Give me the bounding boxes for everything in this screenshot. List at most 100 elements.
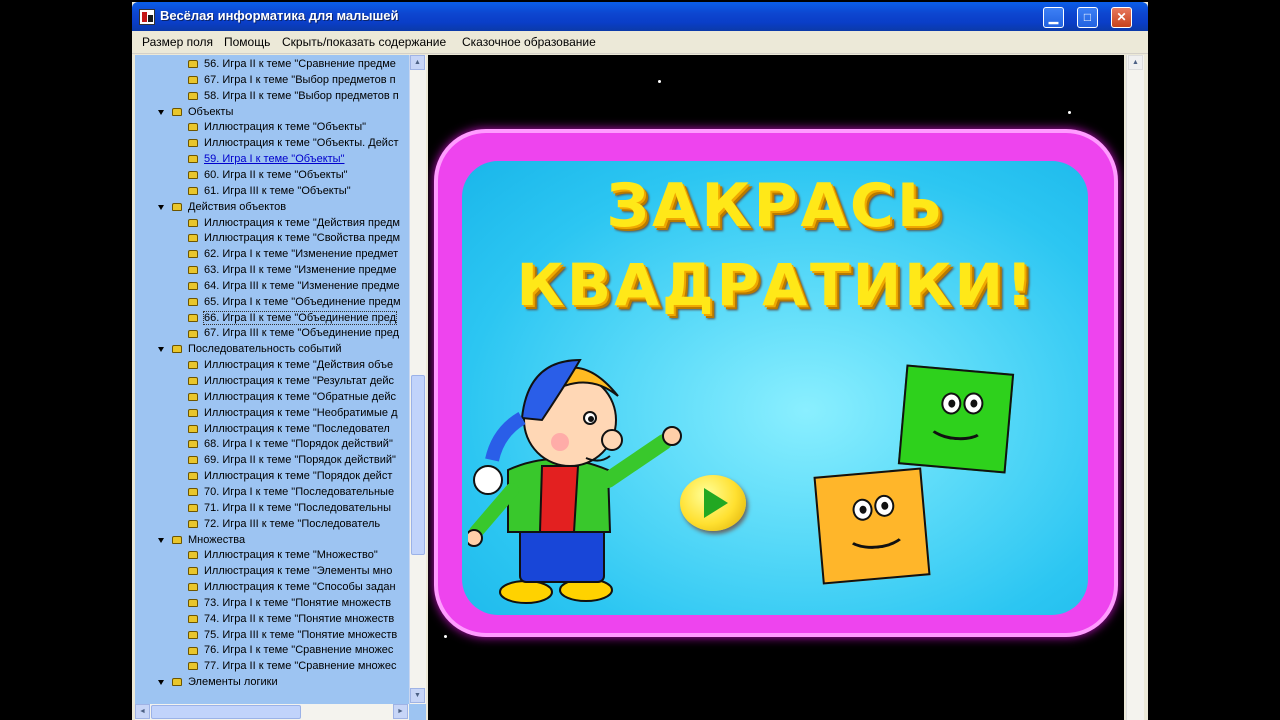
app-icon[interactable] [139,9,155,25]
tree-item-label: 76. Игра I к теме "Сравнение множес [204,644,394,657]
tree-item[interactable]: 64. Игра III к теме "Изменение предме [188,279,400,295]
lesson-icon [188,313,198,322]
tree-item[interactable]: 68. Игра I к теме "Порядок действий" [188,437,393,453]
title-bar[interactable]: Весёлая информатика для малышей ▁ □ ✕ [132,2,1148,31]
star-decoration [444,635,447,638]
tree-item[interactable]: 70. Игра I к теме "Последовательные [188,485,394,501]
folder-icon [172,535,182,544]
tree-item[interactable]: Иллюстрация к теме "Множество" [188,548,378,564]
lesson-icon [188,392,198,401]
lesson-icon [188,614,198,623]
game-scroll-up-button[interactable]: ▲ [1128,55,1143,70]
scroll-thumb[interactable] [411,375,425,555]
lesson-icon [188,75,198,84]
tree-item-label: 70. Игра I к теме "Последовательные [204,485,395,498]
tree-item[interactable]: 66. Игра II к теме "Объединение пред [188,310,398,327]
menu-field-size[interactable]: Размер поля [142,35,213,49]
play-button[interactable] [680,475,746,531]
tree-item-label: Действия объектов [188,200,287,213]
game-vertical-scrollbar[interactable]: ▲ [1126,55,1144,720]
game-title-line2: КВАДРАТИКИ! [516,251,1036,319]
tree-category[interactable]: Действия объектов [172,200,286,216]
close-button[interactable]: ✕ [1111,7,1132,28]
expand-toggle-icon[interactable] [158,109,164,115]
tree-item[interactable]: Иллюстрация к теме "Последовател [188,422,390,438]
tree-item[interactable]: Иллюстрация к теме "Обратные дейс [188,390,396,406]
tree-item[interactable]: 69. Игра II к теме "Порядок действий" [188,453,396,469]
tree-horizontal-scrollbar[interactable]: ◄ ► [135,704,409,720]
boy-character [468,358,682,604]
contents-tree[interactable]: 56. Игра II к теме "Сравнение предме 67. … [135,55,426,720]
lesson-icon [188,630,198,639]
tree-item[interactable]: 72. Игра III к теме "Последователь [188,517,380,533]
tree-item[interactable]: 71. Игра II к теме "Последовательны [188,501,391,517]
tree-item-label: 65. Игра I к теме "Объединение предм [204,295,401,308]
expand-toggle-icon[interactable] [158,204,164,210]
tree-item-label: Иллюстрация к теме "Необратимые д [204,406,398,419]
tree-item[interactable]: 62. Игра I к теме "Изменение предмет [188,247,398,263]
tree-item[interactable]: 56. Игра II к теме "Сравнение предме [188,57,396,73]
lesson-icon [188,234,198,243]
tree-item-label: Иллюстрация к теме "Элементы мно [204,565,393,578]
lesson-icon [188,583,198,592]
tree-item[interactable]: 77. Игра II к теме "Сравнение множес [188,659,396,675]
expand-toggle-icon[interactable] [158,347,164,353]
scroll-up-button[interactable]: ▲ [410,55,425,70]
menu-fairy-education[interactable]: Сказочное образование [462,35,596,49]
minimize-button[interactable]: ▁ [1043,7,1064,28]
lesson-icon [188,281,198,290]
tree-item-label: Иллюстрация к теме "Результат дейс [204,375,395,387]
tree-item[interactable]: Иллюстрация к теме "Способы задан [188,580,396,596]
tree-item-label: 72. Игра III к теме "Последователь [204,517,381,530]
tree-item[interactable]: 74. Игра II к теме "Понятие множеств [188,612,394,628]
menu-toggle-contents[interactable]: Скрыть/показать содержание [282,35,446,49]
tree-item[interactable]: 58. Игра II к теме "Выбор предметов п [188,89,399,105]
tree-item-label: 63. Игра II к теме "Изменение предме [204,264,397,277]
tree-item[interactable]: 76. Игра I к теме "Сравнение множес [188,643,393,659]
expand-toggle-icon[interactable] [158,680,164,686]
tree-item-label: 71. Игра II к теме "Последовательны [204,501,392,514]
tree-item[interactable]: Иллюстрация к теме "Действия предм [188,216,400,232]
tree-item[interactable]: 75. Игра III к теме "Понятие множеств [188,628,397,644]
tree-item-label: 67. Игра I к теме "Выбор предметов п [204,73,396,86]
lesson-icon [188,186,198,195]
tree-item-label: 68. Игра I к теме "Порядок действий" [204,438,393,451]
tree-item[interactable]: 65. Игра I к теме "Объединение предм [188,295,401,311]
tree-item[interactable]: 67. Игра III к теме "Объединение пред [188,326,399,342]
tree-item[interactable]: Иллюстрация к теме "Элементы мно [188,564,392,580]
tree-category[interactable]: Элементы логики [172,675,278,691]
game-area[interactable]: ЗАКРАСЬ КВАДРАТИКИ! [428,55,1124,720]
scroll-right-button[interactable]: ► [393,704,408,719]
tree-item[interactable]: 63. Игра II к теме "Изменение предме [188,263,397,279]
lesson-icon [188,408,198,417]
hscroll-thumb[interactable] [151,705,301,719]
tree-item-label: Иллюстрация к теме "Объекты" [204,121,367,134]
scroll-left-button[interactable]: ◄ [135,704,150,719]
menu-help[interactable]: Помощь [224,35,270,49]
lesson-icon [188,567,198,576]
tree-item[interactable]: Иллюстрация к теме "Действия объе [188,358,393,374]
tree-item[interactable]: Иллюстрация к теме "Объекты" [188,120,366,136]
tree-item[interactable]: Иллюстрация к теме "Результат дейс [188,374,394,390]
tree-item[interactable]: Иллюстрация к теме "Порядок дейст [188,469,392,485]
tree-item[interactable]: Иллюстрация к теме "Свойства предм [188,231,400,247]
lesson-icon [188,424,198,433]
scroll-down-button[interactable]: ▼ [410,688,425,703]
tree-item[interactable]: 73. Игра I к теме "Понятие множеств [188,596,391,612]
tree-item[interactable]: 67. Игра I к теме "Выбор предметов п [188,73,396,89]
tree-vertical-scrollbar[interactable]: ▲ ▼ [409,55,426,704]
tree-item[interactable]: 60. Игра II к теме "Объекты" [188,168,348,184]
star-decoration [658,80,661,83]
tree-category[interactable]: Последовательность событий [172,342,342,358]
tree-category[interactable]: Множества [172,533,245,549]
lesson-icon [188,662,198,671]
tree-category[interactable]: Объекты [172,105,233,121]
tree-item[interactable]: 59. Игра I к теме "Объекты" [188,152,344,168]
tree-item[interactable]: Иллюстрация к теме "Объекты. Дейст [188,136,399,152]
tree-item[interactable]: 61. Игра III к теме "Объекты" [188,184,351,200]
lesson-icon [188,139,198,148]
maximize-button[interactable]: □ [1077,7,1098,28]
expand-toggle-icon[interactable] [158,537,164,543]
tree-item[interactable]: Иллюстрация к теме "Необратимые д [188,406,397,422]
lesson-icon [188,519,198,528]
